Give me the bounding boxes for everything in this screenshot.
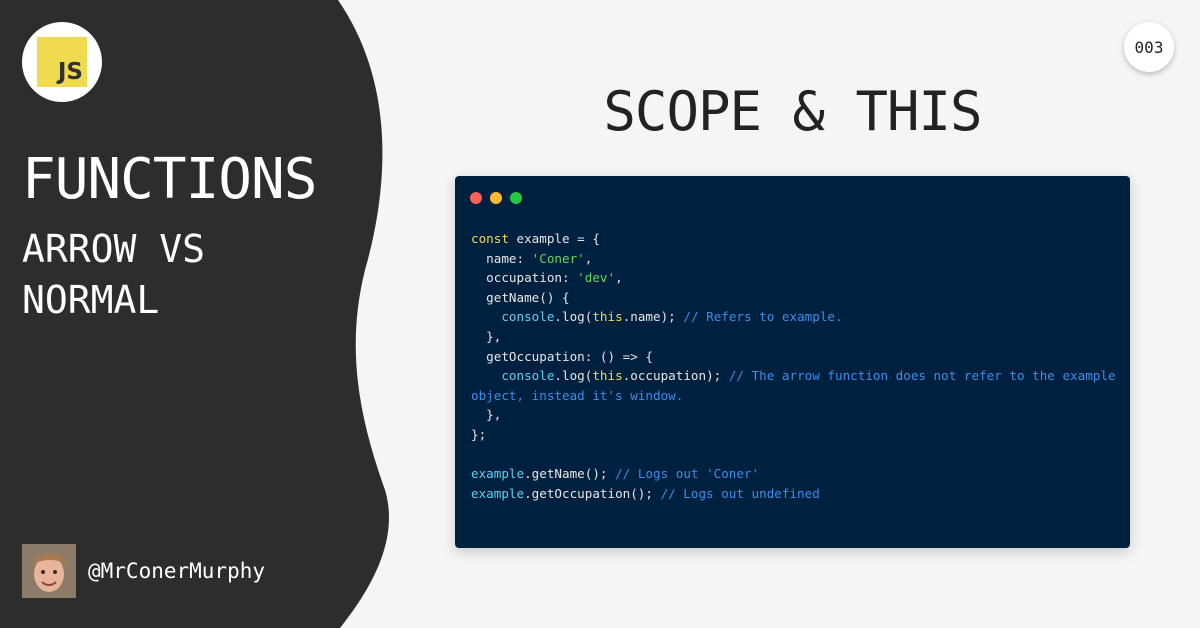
code-object: example [471,466,525,482]
post-number-badge: 003 [1124,22,1174,72]
code-comment: // Logs out 'Coner' [615,466,760,482]
code-line: }, [471,328,502,344]
code-line: }; [471,426,487,442]
maximize-dot-icon [510,192,522,204]
code-line: example.getName(); // Logs out 'Coner' [471,464,1116,484]
code-line: }, [471,407,502,423]
author: @MrConerMurphy [22,544,265,598]
author-handle: @MrConerMurphy [88,559,266,583]
code-this: this [592,368,623,384]
avatar [22,544,76,598]
code-comment: // Refers to example. [683,309,843,325]
code-line: example.getOccupation(); // Logs out und… [471,484,1116,504]
code-text: , [615,270,623,286]
close-dot-icon [470,192,482,204]
code-string: 'Coner' [531,250,585,266]
code-object: console [471,368,555,384]
code-text: .log( [554,368,593,384]
minimize-dot-icon [490,192,502,204]
code-text: , [584,250,593,266]
code-line: occupation: 'dev', [471,268,1116,288]
code-text: .name); [622,309,684,325]
code-line: console.log(this.name); // Refers to exa… [471,307,1116,327]
code-line: getOccupation: () => { [471,348,653,364]
topic-subtitle: ARROW VS NORMAL [22,227,206,322]
code-string: 'dev' [577,270,616,286]
avatar-photo [22,544,76,598]
code-object: example [471,485,525,501]
code-text: .occupation); [622,368,729,384]
code-comment: // Logs out undefined [660,485,820,501]
code-block: const example = { name: 'Coner', occupat… [471,229,1116,503]
main-title: SCOPE & THIS [603,80,982,143]
topic-title: FUNCTIONS [22,147,317,212]
js-logo-text: JS [57,59,83,85]
code-line: const example = { [471,229,1116,249]
code-object: console [471,309,555,325]
code-text: name: [471,250,532,266]
js-logo: JS [22,22,102,102]
code-text: .log( [554,309,593,325]
code-text: .getName(); [524,466,616,482]
code-text: .getOccupation(); [524,485,661,501]
code-window: const example = { name: 'Coner', occupat… [455,176,1130,548]
code-line: console.log(this.occupation); // The arr… [471,366,1116,405]
code-this: this [592,309,623,325]
code-text: example = { [508,231,600,246]
left-panel: JS FUNCTIONS ARROW VS NORMAL @MrConerMur… [0,0,400,628]
code-text: occupation: [471,270,578,286]
code-line: getName() { [471,289,570,305]
code-keyword: const [471,231,509,246]
code-line: name: 'Coner', [471,249,1116,269]
js-logo-square: JS [37,37,87,87]
